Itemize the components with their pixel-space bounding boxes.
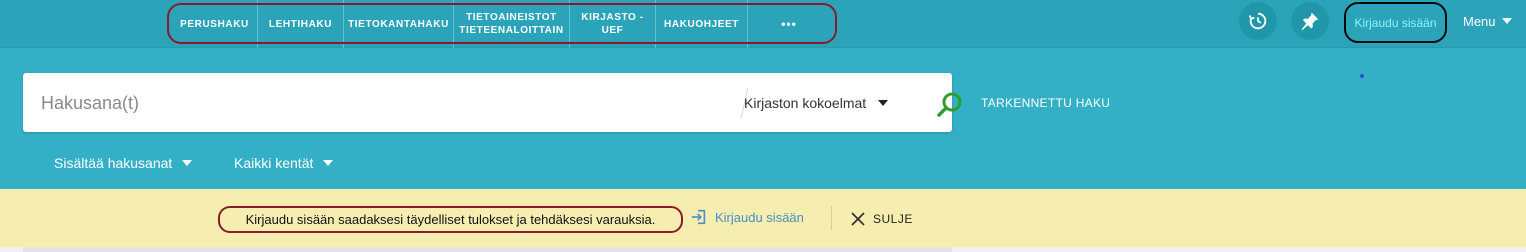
nav-item-lehtihaku[interactable]: LEHTIHAKU	[258, 0, 344, 48]
search-scope-select[interactable]: Kirjaston kokoelmat	[744, 91, 889, 115]
banner-close-button[interactable]: SULJE	[851, 210, 913, 228]
nav-item-label: HAKUOHJEET	[664, 18, 739, 30]
nav-item-label: LEHTIHAKU	[268, 18, 333, 30]
chevron-down-icon	[323, 160, 334, 166]
nav-item-label: TIETOKANTAHAKU	[348, 18, 449, 30]
nav-more-button[interactable]: •••	[748, 0, 830, 48]
banner-message: Kirjaudu sisään saadaksesi täydelliset t…	[218, 206, 683, 233]
banner-divider	[831, 206, 832, 230]
advanced-search-link[interactable]: TARKENNETTU HAKU	[981, 96, 1110, 110]
history-button[interactable]	[1239, 2, 1277, 40]
pin-button[interactable]	[1291, 2, 1329, 40]
nav-item-label: TIETOAINEISTOT	[466, 12, 557, 23]
nav-item-label: TIETEENALOITTAIN	[459, 25, 564, 36]
marker-dot	[1360, 74, 1364, 78]
nav-item-label: PERUSHAKU	[180, 18, 249, 30]
nav-item-label: UEF	[601, 25, 624, 36]
search-fields-label: Kaikki kentät	[234, 155, 314, 171]
close-icon	[851, 212, 865, 226]
top-navigation-bar: PERUSHAKU LEHTIHAKU TIETOKANTAHAKU TIETO…	[0, 0, 1526, 48]
search-input[interactable]	[41, 87, 721, 119]
sign-in-icon	[691, 209, 706, 225]
search-scope-label: Kirjaston kokoelmat	[744, 95, 867, 111]
banner-close-label: SULJE	[873, 212, 913, 226]
more-dots-icon: •••	[781, 16, 797, 31]
search-icon	[937, 92, 962, 117]
login-link-label: Kirjaudu sisään	[1354, 15, 1437, 30]
chevron-down-icon	[1501, 18, 1512, 24]
chevron-down-icon	[878, 100, 889, 106]
search-bar: Kirjaston kokoelmat	[23, 73, 962, 132]
nav-item-hakuohjeet[interactable]: HAKUOHJEET	[656, 0, 748, 48]
nav-item-perushaku[interactable]: PERUSHAKU	[172, 0, 258, 48]
search-fields-dropdown[interactable]: Kaikki kentät	[234, 154, 334, 172]
banner-login-link[interactable]: Kirjaudu sisään	[690, 207, 804, 227]
nav-item-tietokantahaku[interactable]: TIETOKANTAHAKU	[344, 0, 454, 48]
search-button[interactable]	[936, 91, 964, 119]
match-type-label: Sisältää hakusanat	[54, 155, 173, 171]
banner-login-label: Kirjaudu sisään	[715, 209, 804, 225]
menu-dropdown[interactable]: Menu	[1463, 12, 1512, 30]
nav-item-kirjasto-uef[interactable]: KIRJASTO - UEF	[570, 0, 656, 48]
chevron-down-icon	[182, 160, 193, 166]
menu-label: Menu	[1463, 13, 1496, 29]
nav-item-tietoaineistot-tieteenaloittain[interactable]: TIETOAINEISTOT TIETEENALOITTAIN	[454, 0, 570, 48]
banner-message-text: Kirjaudu sisään saadaksesi täydelliset t…	[245, 212, 656, 227]
pin-icon	[1301, 12, 1319, 31]
nav-item-label: KIRJASTO -	[581, 12, 644, 23]
history-icon	[1248, 12, 1267, 30]
login-link[interactable]: Kirjaudu sisään	[1344, 2, 1447, 43]
match-type-dropdown[interactable]: Sisältää hakusanat	[54, 154, 193, 172]
content-edge	[0, 247, 1526, 252]
